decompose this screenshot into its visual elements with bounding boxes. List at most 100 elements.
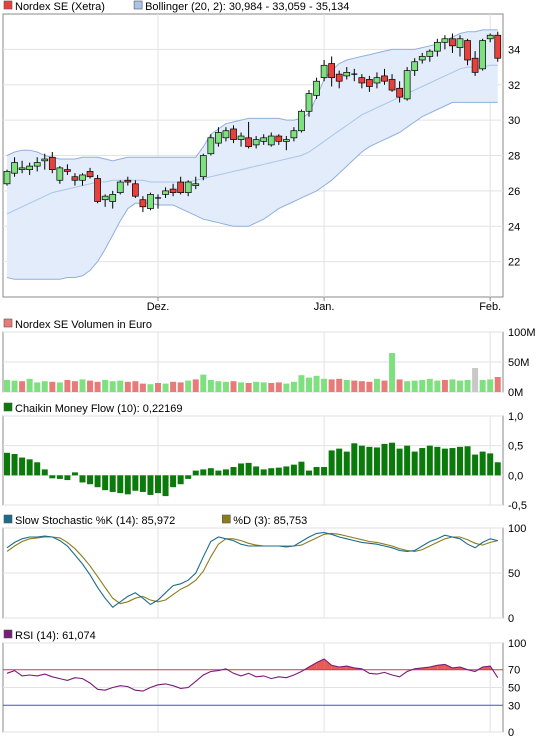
- cmf-bar: [79, 475, 86, 483]
- cmf-bar: [253, 466, 260, 476]
- candle-body: [237, 135, 245, 140]
- cmf-bar: [404, 445, 411, 476]
- volume-bar: [457, 380, 463, 392]
- candle-body: [139, 199, 147, 208]
- volume-bar: [132, 381, 139, 392]
- volume-bar: [170, 381, 177, 392]
- cmf-bar: [215, 470, 222, 476]
- price-xtick-label: Feb.: [479, 301, 501, 313]
- cmf-bar: [139, 475, 146, 492]
- price-ytick-label: 24: [508, 221, 520, 233]
- stochastic-legend-swatch: [3, 514, 13, 524]
- rsi-legend-label: RSI (14): 61,074: [15, 630, 96, 642]
- candle-body: [56, 167, 64, 181]
- rsi-reference-label-30: 30: [508, 700, 520, 712]
- cmf-legend-label: Chaikin Money Flow (10): 0,22169: [15, 403, 183, 415]
- volume-bar: [306, 377, 312, 392]
- candle-body: [177, 181, 184, 193]
- candle-body: [267, 135, 275, 146]
- candle-body: [252, 139, 260, 146]
- cmf-bar: [34, 462, 41, 476]
- candle-body: [373, 77, 381, 84]
- volume-bar: [71, 381, 78, 392]
- volume-bar: [366, 381, 373, 392]
- volume-bar: [64, 380, 71, 392]
- candle-body: [48, 156, 56, 171]
- volume-bar: [389, 353, 396, 392]
- volume-bar: [34, 382, 41, 392]
- volume-bar: [11, 380, 18, 392]
- cmf-bar: [162, 475, 169, 497]
- candle-body: [449, 38, 456, 47]
- cmf-bar: [306, 470, 312, 476]
- candle-body: [169, 188, 177, 193]
- volume-ytick-label: 50M: [508, 357, 529, 369]
- candle-body: [26, 165, 33, 171]
- candle-body: [418, 56, 426, 61]
- stochastic-legend-swatch: [222, 514, 231, 524]
- volume-bar: [26, 378, 33, 392]
- cmf-bar: [411, 451, 418, 476]
- cmf-bar: [389, 442, 396, 476]
- volume-bar: [487, 379, 494, 392]
- candle-body: [71, 176, 79, 181]
- cmf-bar: [177, 475, 184, 485]
- price-legend-swatch: [133, 0, 143, 10]
- volume-bar: [238, 382, 245, 392]
- volume-bar: [479, 380, 486, 392]
- volume-bar: [275, 382, 282, 392]
- candle-body: [320, 64, 328, 79]
- candle-body: [109, 194, 117, 202]
- candle-body: [434, 41, 441, 52]
- volume-ytick-label: 0M: [508, 387, 523, 399]
- volume-bar: [124, 381, 131, 392]
- candle-body: [328, 63, 335, 79]
- candle-body: [441, 38, 449, 43]
- stochastic-ytick-label: 100: [508, 523, 526, 535]
- volume-bar: [117, 380, 124, 392]
- cmf-bar: [49, 475, 56, 479]
- candle-body: [396, 87, 403, 98]
- candle-body: [86, 171, 94, 178]
- cmf-bar: [147, 475, 154, 495]
- cmf-ytick-label: 0,5: [508, 441, 523, 453]
- candle-body: [94, 178, 101, 202]
- cmf-ytick-label: -0,5: [508, 500, 527, 512]
- cmf-ytick-label: 0,0: [508, 470, 523, 482]
- cmf-bar: [494, 462, 501, 476]
- cmf-bar: [41, 469, 48, 476]
- candle-body: [222, 130, 230, 139]
- volume-bar: [245, 383, 252, 392]
- cmf-bar: [200, 469, 207, 476]
- cmf-bar: [321, 467, 328, 476]
- candle-body: [403, 70, 411, 100]
- price-ytick-label: 26: [508, 186, 520, 198]
- volume-bar: [147, 384, 154, 392]
- volume-bar: [441, 380, 448, 392]
- candle-body: [275, 135, 283, 142]
- cmf-bar: [11, 453, 18, 476]
- candle-body: [116, 181, 124, 193]
- candle-body: [290, 130, 298, 139]
- volume-bar: [404, 381, 411, 392]
- cmf-bar: [351, 443, 358, 476]
- rsi-reference-label-70: 70: [508, 665, 520, 677]
- cmf-bar: [472, 454, 479, 476]
- rsi-ytick-label: 50: [508, 683, 520, 695]
- candle-body: [313, 80, 320, 96]
- price-ytick-label: 34: [508, 44, 520, 56]
- cmf-bar: [487, 453, 494, 476]
- cmf-bar: [109, 475, 116, 492]
- cmf-bar: [94, 475, 101, 488]
- cmf-bar: [102, 475, 109, 491]
- volume-bar: [313, 375, 320, 392]
- cmf-bar: [124, 475, 131, 495]
- price-ytick-label: 22: [508, 257, 520, 269]
- candle-body: [3, 171, 11, 185]
- candle-body: [388, 79, 396, 91]
- price-legend-label: Bollinger (20, 2): 30,984 - 33,059 - 35,…: [145, 1, 349, 13]
- volume-bar: [230, 381, 237, 392]
- cmf-bar: [298, 461, 305, 476]
- candle-body: [464, 40, 471, 61]
- candle-body: [486, 34, 494, 40]
